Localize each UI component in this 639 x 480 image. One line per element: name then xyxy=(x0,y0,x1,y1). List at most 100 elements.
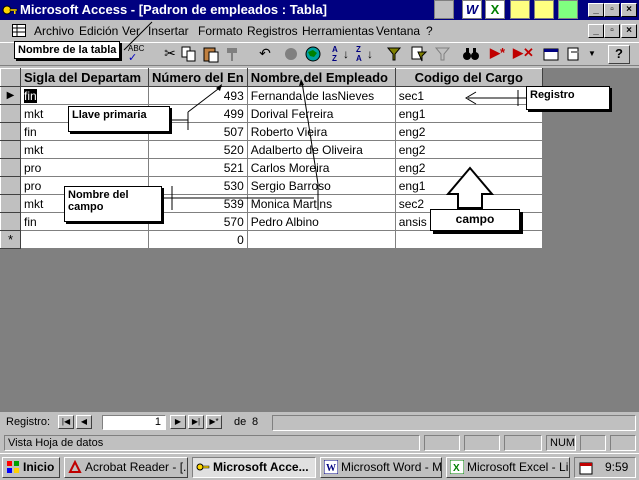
record-selector[interactable] xyxy=(0,122,21,141)
menu-help[interactable]: ? xyxy=(426,24,433,38)
status-panel-1 xyxy=(424,435,460,451)
num-lock-indicator: NUM xyxy=(546,435,576,451)
new-object-dropdown-icon[interactable]: ▼ xyxy=(588,49,596,58)
excel-tray-icon[interactable]: X xyxy=(485,0,505,19)
tray-app-icon[interactable] xyxy=(558,0,578,19)
selected-cell-text: fin xyxy=(24,88,37,103)
record-selector[interactable] xyxy=(0,158,21,177)
menu-formato[interactable]: Formato xyxy=(198,24,243,38)
cell-nombre[interactable] xyxy=(247,230,396,249)
scheduler-tray-icon[interactable] xyxy=(579,461,593,475)
field-up-arrow-icon xyxy=(445,166,495,209)
status-panel-2 xyxy=(464,435,500,451)
database-window-icon[interactable] xyxy=(542,45,562,64)
cell-sigla[interactable]: fin xyxy=(20,86,149,105)
access-key-task-icon xyxy=(196,463,210,471)
sort-ascending-icon[interactable]: A Z ↓ xyxy=(332,45,352,64)
new-record-marker[interactable]: * xyxy=(0,230,21,249)
record-selector[interactable] xyxy=(0,140,21,159)
current-record-selector[interactable]: ▶ xyxy=(0,86,21,105)
cell-codigo[interactable]: eng2 xyxy=(395,122,543,141)
task-acrobat[interactable]: Acrobat Reader - [... xyxy=(64,457,188,478)
taskbar: Inicio Acrobat Reader - [... Microsoft A… xyxy=(0,453,639,480)
title-bar: Microsoft Access - [Padron de empleados … xyxy=(0,0,639,20)
windows-logo-icon xyxy=(7,461,19,473)
new-record-row[interactable]: * 0 xyxy=(0,230,543,249)
doc-minimize-button[interactable]: _ xyxy=(588,24,604,38)
start-button[interactable]: Inicio xyxy=(2,457,60,478)
menu-bar: Archivo Edición Ver Insertar Formato Reg… xyxy=(0,20,639,42)
restore-button[interactable]: ▫ xyxy=(604,3,620,17)
doc-restore-button[interactable]: ▫ xyxy=(604,24,620,38)
field-callout: campo xyxy=(430,209,520,231)
find-binoculars-icon[interactable] xyxy=(462,45,482,64)
cell-sigla[interactable] xyxy=(20,230,149,249)
last-record-button[interactable]: ▶| xyxy=(188,415,204,429)
cell-codigo[interactable]: eng2 xyxy=(395,140,543,159)
filter-by-form-icon[interactable] xyxy=(410,45,430,64)
paste-icon[interactable] xyxy=(202,45,222,64)
current-record-input[interactable]: 1 xyxy=(102,415,166,430)
calendar-icon[interactable] xyxy=(434,0,454,19)
help-icon[interactable]: ? xyxy=(608,45,630,64)
insert-hyperlink-icon[interactable] xyxy=(282,45,302,64)
web-toolbar-icon[interactable] xyxy=(304,45,324,64)
status-bar: Vista Hoja de datos NUM xyxy=(0,434,639,452)
doc-close-button[interactable]: × xyxy=(621,24,637,38)
access-key-icon xyxy=(2,5,18,15)
status-text: Vista Hoja de datos xyxy=(4,435,420,451)
column-header-codigo[interactable]: Codigo del Cargo xyxy=(394,68,543,87)
menu-edicion[interactable]: Edición xyxy=(79,24,118,38)
access-tray-icon[interactable] xyxy=(510,0,530,19)
new-record-nav-button[interactable]: ▶* xyxy=(206,415,222,429)
cell-sigla[interactable]: pro xyxy=(20,158,149,177)
record-selector[interactable] xyxy=(0,194,21,213)
start-label: Inicio xyxy=(23,460,55,474)
search-tray-icon[interactable] xyxy=(534,0,554,19)
record-total: 8 xyxy=(252,416,259,428)
task-excel[interactable]: X Microsoft Excel - Li... xyxy=(446,457,570,478)
horizontal-scrollbar[interactable] xyxy=(272,415,636,431)
task-word[interactable]: W Microsoft Word - M... xyxy=(320,457,442,478)
sort-descending-icon[interactable]: Z A ↓ xyxy=(356,45,376,64)
copy-icon[interactable] xyxy=(180,45,200,64)
status-panel-5 xyxy=(580,435,606,451)
cut-icon[interactable]: ✂ xyxy=(160,45,180,64)
datasheet-doc-icon[interactable] xyxy=(12,24,26,37)
menu-ventana[interactable]: Ventana xyxy=(376,24,420,38)
filter-by-selection-icon[interactable] xyxy=(386,45,406,64)
word-tray-icon[interactable]: W xyxy=(462,0,482,19)
system-tray: 9:59 xyxy=(574,457,636,478)
cell-codigo[interactable]: eng1 xyxy=(395,104,543,123)
previous-record-button[interactable]: ◀ xyxy=(76,415,92,429)
new-object-icon[interactable] xyxy=(566,45,586,64)
column-header-sigla[interactable]: Sigla del Departam xyxy=(20,68,149,87)
table-name-pointer-line xyxy=(123,21,153,51)
record-navigation-bar: Registro: |◀ ◀ 1 ▶ ▶| ▶* de 8 xyxy=(0,414,639,432)
cell-codigo[interactable] xyxy=(395,230,543,249)
select-all-corner[interactable] xyxy=(0,68,21,87)
record-pointer-arrow xyxy=(465,90,526,106)
menu-archivo[interactable]: Archivo xyxy=(34,24,74,38)
apply-filter-icon[interactable] xyxy=(434,45,454,64)
record-selector[interactable] xyxy=(0,176,21,195)
record-selector[interactable] xyxy=(0,104,21,123)
record-selector[interactable] xyxy=(0,212,21,231)
close-button[interactable]: × xyxy=(621,3,637,17)
delete-record-icon[interactable]: ▶✕ xyxy=(513,45,534,64)
status-panel-6 xyxy=(610,435,636,451)
new-record-icon[interactable]: ▶* xyxy=(490,45,510,64)
status-panel-3 xyxy=(504,435,542,451)
menu-herramientas[interactable]: Herramientas xyxy=(302,24,374,38)
format-painter-icon[interactable] xyxy=(224,45,244,64)
task-access[interactable]: Microsoft Acce... xyxy=(192,457,316,478)
minimize-button[interactable]: _ xyxy=(588,3,604,17)
cell-sigla[interactable]: mkt xyxy=(20,140,149,159)
next-record-button[interactable]: ▶ xyxy=(170,415,186,429)
record-callout: Registro xyxy=(526,86,610,110)
undo-icon[interactable]: ↶ xyxy=(255,45,275,64)
cell-numero[interactable]: 0 xyxy=(148,230,248,249)
task-access-label: Microsoft Acce... xyxy=(213,460,309,474)
menu-registros[interactable]: Registros xyxy=(247,24,298,38)
first-record-button[interactable]: |◀ xyxy=(58,415,74,429)
